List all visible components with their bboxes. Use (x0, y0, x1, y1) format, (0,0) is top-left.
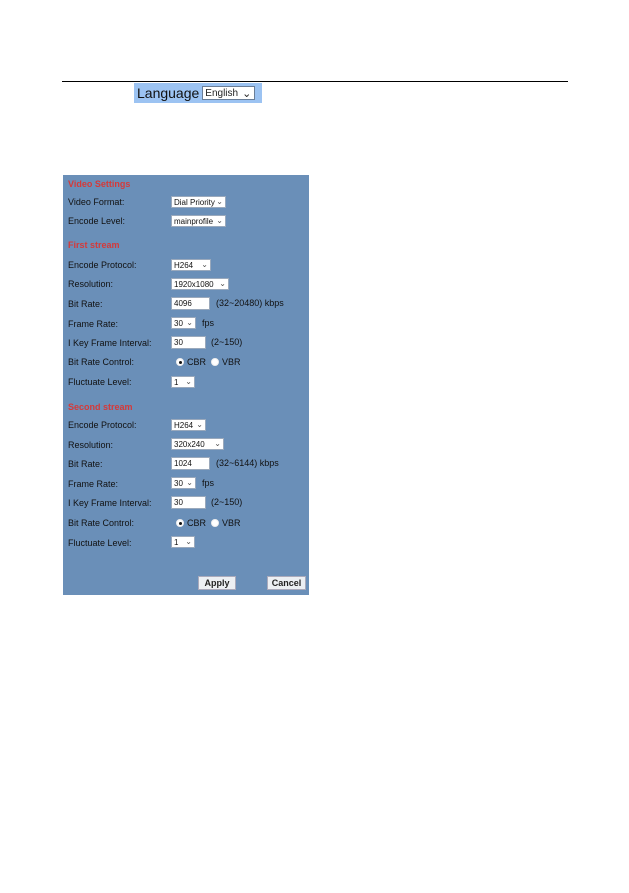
video-settings-panel: Video Settings Video Format: Dial Priori… (63, 175, 309, 595)
chevron-down-icon: ⌄ (216, 197, 223, 206)
second-resolution-select[interactable]: 320x240 ⌄ (171, 438, 224, 450)
encode-level-label: Encode Level: (68, 216, 126, 226)
first-cbr-label: CBR (187, 357, 207, 367)
chevron-down-icon: ⌄ (186, 318, 193, 327)
language-label: Language (137, 85, 200, 101)
second-frame-rate-label: Frame Rate: (68, 479, 119, 489)
second-bit-rate-label: Bit Rate: (68, 459, 103, 469)
first-frame-rate-select[interactable]: 30 ⌄ (171, 317, 196, 329)
second-vbr-label: VBR (222, 518, 241, 528)
first-stream-title: First stream (68, 240, 120, 250)
second-bit-rate-input[interactable]: 1024 (171, 457, 210, 470)
second-encode-protocol-select[interactable]: H264 ⌄ (171, 419, 206, 431)
second-fluctuate-select[interactable]: 1 ⌄ (171, 536, 195, 548)
chevron-down-icon: ⌄ (185, 537, 192, 546)
second-bit-rate-control-label: Bit Rate Control: (68, 518, 135, 528)
first-resolution-value: 1920x1080 (174, 279, 214, 289)
second-resolution-value: 320x240 (174, 439, 205, 449)
video-settings-title: Video Settings (68, 179, 131, 189)
video-format-label: Video Format: (68, 197, 125, 207)
first-vbr-label: VBR (222, 357, 241, 367)
second-ikey-hint: (2~150) (211, 497, 243, 507)
first-bit-rate-hint: (32~20480) kbps (216, 298, 284, 308)
chevron-down-icon: ⌄ (242, 88, 252, 100)
first-encode-protocol-label: Encode Protocol: (68, 260, 137, 270)
second-cbr-label: CBR (187, 518, 207, 528)
first-bit-rate-input[interactable]: 4096 (171, 297, 210, 310)
second-ikey-value: 30 (174, 498, 183, 507)
second-frame-rate-unit: fps (202, 478, 215, 488)
chevron-down-icon: ⌄ (185, 377, 192, 386)
first-bit-rate-label: Bit Rate: (68, 299, 103, 309)
first-fluctuate-select[interactable]: 1 ⌄ (171, 376, 195, 388)
chevron-down-icon: ⌄ (216, 216, 223, 225)
apply-button[interactable]: Apply (198, 576, 236, 590)
chevron-down-icon: ⌄ (214, 439, 221, 448)
second-ikey-input[interactable]: 30 (171, 496, 206, 509)
first-ikey-value: 30 (174, 338, 183, 347)
first-resolution-select[interactable]: 1920x1080 ⌄ (171, 278, 229, 290)
first-resolution-label: Resolution: (68, 279, 114, 289)
second-frame-rate-select[interactable]: 30 ⌄ (171, 477, 196, 489)
first-ikey-label: I Key Frame Interval: (68, 338, 152, 348)
second-cbr-radio[interactable] (176, 519, 184, 527)
chevron-down-icon: ⌄ (201, 260, 208, 269)
language-bar: Language English ⌄ (134, 83, 262, 103)
second-vbr-radio[interactable] (211, 519, 219, 527)
chevron-down-icon: ⌄ (196, 420, 203, 429)
second-bit-rate-hint: (32~6144) kbps (216, 458, 279, 468)
first-encode-protocol-select[interactable]: H264 ⌄ (171, 259, 211, 271)
first-ikey-hint: (2~150) (211, 337, 243, 347)
first-frame-rate-unit: fps (202, 318, 215, 328)
first-bit-rate-control-label: Bit Rate Control: (68, 357, 135, 367)
header-divider (62, 81, 568, 82)
first-frame-rate-label: Frame Rate: (68, 319, 119, 329)
first-frame-rate-value: 30 (174, 318, 183, 328)
first-cbr-radio[interactable] (176, 358, 184, 366)
second-encode-protocol-label: Encode Protocol: (68, 420, 137, 430)
encode-level-select[interactable]: mainprofile ⌄ (171, 215, 226, 227)
first-fluctuate-label: Fluctuate Level: (68, 377, 132, 387)
second-frame-rate-value: 30 (174, 478, 183, 488)
second-bit-rate-value: 1024 (174, 459, 192, 468)
first-vbr-radio[interactable] (211, 358, 219, 366)
second-fluctuate-label: Fluctuate Level: (68, 538, 132, 548)
chevron-down-icon: ⌄ (186, 478, 193, 487)
cancel-button[interactable]: Cancel (267, 576, 306, 590)
encode-level-value: mainprofile (174, 216, 214, 226)
first-bit-rate-value: 4096 (174, 299, 192, 308)
video-format-value: Dial Priority (174, 197, 215, 207)
first-encode-protocol-value: H264 (174, 260, 194, 270)
second-encode-protocol-value: H264 (174, 420, 194, 430)
second-ikey-label: I Key Frame Interval: (68, 498, 152, 508)
video-format-select[interactable]: Dial Priority ⌄ (171, 196, 226, 208)
language-select-value: English (205, 87, 239, 99)
first-ikey-input[interactable]: 30 (171, 336, 206, 349)
language-select[interactable]: English ⌄ (202, 86, 256, 100)
second-resolution-label: Resolution: (68, 440, 114, 450)
second-stream-title: Second stream (68, 402, 133, 412)
chevron-down-icon: ⌄ (219, 279, 226, 288)
second-fluctuate-value: 1 (174, 537, 179, 547)
first-fluctuate-value: 1 (174, 377, 179, 387)
